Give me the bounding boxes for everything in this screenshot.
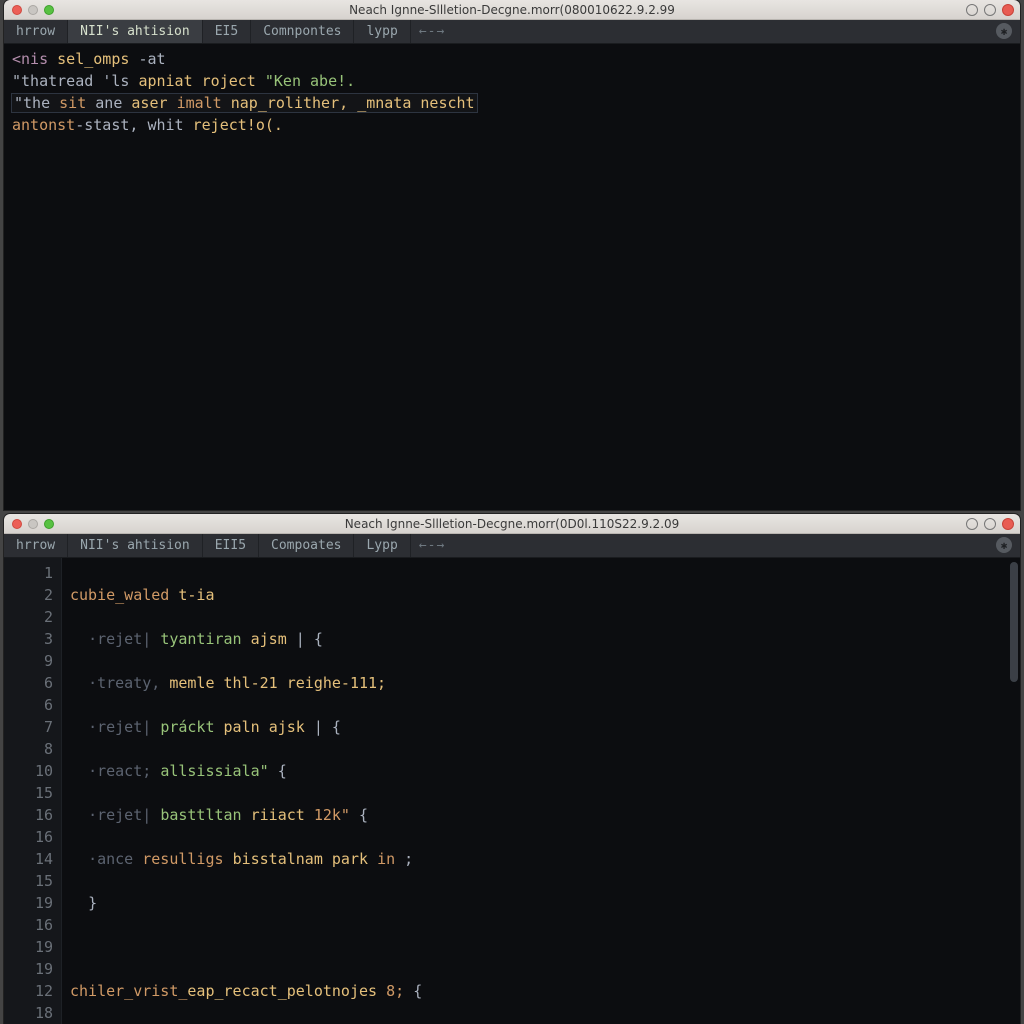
tab-hrrow[interactable]: hrrow xyxy=(4,534,68,557)
tab-lypp[interactable]: Lypp xyxy=(354,534,410,557)
line-number: 16 xyxy=(8,914,53,936)
gear-icon[interactable]: ✱ xyxy=(996,537,1012,553)
code-line: ·rejet| práckt paln ajsk | { xyxy=(70,716,1012,738)
line-number: 12 xyxy=(8,980,53,1002)
tab-bar: hrrow NII's ahtision EII5 Compoates Lypp… xyxy=(4,534,1020,558)
line-number: 10 xyxy=(8,760,53,782)
titlebar-right-icons xyxy=(966,518,1014,530)
line-number: 16 xyxy=(8,804,53,826)
titlebar[interactable]: Neach Ignne-Sllletion-Decgne.morr(080010… xyxy=(4,0,1020,20)
tab-label: hrrow xyxy=(16,24,55,39)
tab-ei5[interactable]: EI5 xyxy=(203,20,251,43)
traffic-lights xyxy=(4,519,54,529)
line-number: 18 xyxy=(8,1002,53,1024)
code-line: ·treaty, memle thl-21 reighe-111; xyxy=(70,672,1012,694)
code-line: } xyxy=(70,892,1012,914)
tab-label: Compoates xyxy=(271,538,341,553)
titlebar[interactable]: Neach Ignne-Sllletion-Decgne.morr(0D0l.1… xyxy=(4,514,1020,534)
code-line: "the sit ane aser imalt nap_rolither, _m… xyxy=(12,92,1012,114)
tab-label: Comnpontes xyxy=(263,24,341,39)
code-line: ·ance resulligs bisstalnam park in ; xyxy=(70,848,1012,870)
tab-nav-arrows-icon[interactable]: ←-→ xyxy=(411,20,453,43)
tab-hrrow[interactable]: hrrow xyxy=(4,20,68,43)
line-number: 2 xyxy=(8,584,53,606)
line-number: 15 xyxy=(8,870,53,892)
line-number: 19 xyxy=(8,892,53,914)
tab-label: lypp xyxy=(366,24,397,39)
code-line: cubie_waled t-ia xyxy=(70,584,1012,606)
code-content[interactable]: cubie_waled t-ia ·rejet| tyantiran ajsm … xyxy=(62,558,1020,1024)
line-number: 7 xyxy=(8,716,53,738)
tab-compoates[interactable]: Compoates xyxy=(259,534,354,557)
tab-label: Lypp xyxy=(366,538,397,553)
code-line: <nis sel_omps -at xyxy=(12,48,1012,70)
traffic-lights xyxy=(4,5,54,15)
window-title: Neach Ignne-Sllletion-Decgne.morr(0D0l.1… xyxy=(4,517,1020,531)
window-title: Neach Ignne-Sllletion-Decgne.morr(080010… xyxy=(4,3,1020,17)
line-number: 1 xyxy=(8,562,53,584)
line-number-gutter: 1 2 2 3 9 6 6 7 8 10 15 16 16 14 15 19 1… xyxy=(4,558,62,1024)
code-line: ·rejet| tyantiran ajsm | { xyxy=(70,628,1012,650)
titlebar-right-icons xyxy=(966,4,1014,16)
status-circle-icon[interactable] xyxy=(984,4,996,16)
tab-label: EII5 xyxy=(215,538,246,553)
tab-ahtision[interactable]: NII's ahtision xyxy=(68,534,203,557)
line-number: 2 xyxy=(8,606,53,628)
line-number: 9 xyxy=(8,650,53,672)
minimize-icon[interactable] xyxy=(28,519,38,529)
editor-window-bottom: Neach Ignne-Sllletion-Decgne.morr(0D0l.1… xyxy=(4,514,1020,1024)
code-line: ·rejet| basttltan riiact 12k" { xyxy=(70,804,1012,826)
minimize-icon[interactable] xyxy=(28,5,38,15)
editor-window-top: Neach Ignne-Sllletion-Decgne.morr(080010… xyxy=(4,0,1020,510)
tab-label: hrrow xyxy=(16,538,55,553)
tab-label: NII's ahtision xyxy=(80,24,190,39)
editor-area[interactable]: <nis sel_omps -at "thatread 'ls apniat r… xyxy=(4,44,1020,510)
line-number: 6 xyxy=(8,672,53,694)
code-line: antonst-stast, whit reject!o(. xyxy=(12,114,1012,136)
close-icon[interactable] xyxy=(12,5,22,15)
line-number: 16 xyxy=(8,826,53,848)
code-line: chiler_vrist_eap_recact_pelotnojes 8; { xyxy=(70,980,1012,1002)
line-number: 19 xyxy=(8,936,53,958)
gear-icon[interactable]: ✱ xyxy=(996,23,1012,39)
zoom-icon[interactable] xyxy=(44,5,54,15)
zoom-icon[interactable] xyxy=(44,519,54,529)
status-circle-icon[interactable] xyxy=(966,4,978,16)
line-number: 15 xyxy=(8,782,53,804)
editor-area[interactable]: 1 2 2 3 9 6 6 7 8 10 15 16 16 14 15 19 1… xyxy=(4,558,1020,1024)
line-number: 3 xyxy=(8,628,53,650)
tab-nav-arrows-icon[interactable]: ←-→ xyxy=(411,534,453,557)
tab-components[interactable]: Comnpontes xyxy=(251,20,354,43)
line-number: 14 xyxy=(8,848,53,870)
tab-lypp[interactable]: lypp xyxy=(354,20,410,43)
tab-ei5[interactable]: EII5 xyxy=(203,534,259,557)
status-dot-icon[interactable] xyxy=(1002,4,1014,16)
code-line xyxy=(70,936,1012,958)
tab-ahtision[interactable]: NII's ahtision xyxy=(68,20,203,43)
status-dot-icon[interactable] xyxy=(1002,518,1014,530)
code-line: ·react; allsissiala" { xyxy=(70,760,1012,782)
close-icon[interactable] xyxy=(12,519,22,529)
code-line: "thatread 'ls apniat roject "Ken abe!. xyxy=(12,70,1012,92)
line-number: 19 xyxy=(8,958,53,980)
tab-label: EI5 xyxy=(215,24,238,39)
status-circle-icon[interactable] xyxy=(984,518,996,530)
status-circle-icon[interactable] xyxy=(966,518,978,530)
scrollbar[interactable] xyxy=(1010,562,1018,682)
tab-bar: hrrow NII's ahtision EI5 Comnpontes lypp… xyxy=(4,20,1020,44)
tab-label: NII's ahtision xyxy=(80,538,190,553)
line-number: 6 xyxy=(8,694,53,716)
line-number: 8 xyxy=(8,738,53,760)
